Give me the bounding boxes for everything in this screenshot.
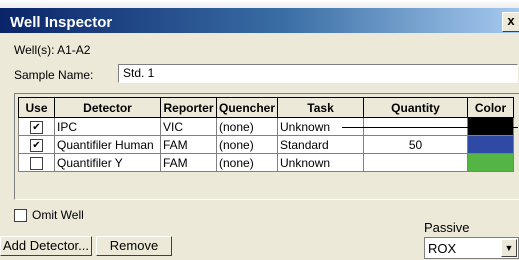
col-header-task[interactable]: Task xyxy=(277,97,365,118)
use-cell xyxy=(18,153,55,172)
passive-label: Passive xyxy=(424,220,470,235)
remove-button[interactable]: Remove xyxy=(96,236,172,256)
use-checkbox[interactable] xyxy=(30,156,43,170)
use-cell: ✔ xyxy=(18,135,55,154)
table-header-row: Use Detector Reporter Quencher Task Quan… xyxy=(18,97,515,118)
sample-name-value: Std. 1 xyxy=(123,66,155,80)
quencher-cell[interactable]: (none) xyxy=(215,117,279,136)
task-cell[interactable]: Unknown xyxy=(277,153,365,172)
col-header-detector[interactable]: Detector xyxy=(54,97,161,118)
quencher-cell[interactable]: (none) xyxy=(215,153,279,172)
col-header-use[interactable]: Use xyxy=(18,97,55,118)
reporter-cell[interactable]: VIC xyxy=(160,117,217,136)
task-editor-line xyxy=(342,127,518,128)
quantity-cell[interactable]: 50 xyxy=(363,135,469,154)
col-header-quantity[interactable]: Quantity xyxy=(363,97,469,118)
task-cell[interactable]: Standard xyxy=(277,135,365,154)
col-header-reporter[interactable]: Reporter xyxy=(160,97,217,118)
col-header-color[interactable]: Color xyxy=(467,97,515,118)
add-detector-button[interactable]: Add Detector... xyxy=(0,236,92,256)
table-row: Quantifiler Y FAM (none) Unknown xyxy=(18,153,515,172)
quencher-cell[interactable]: (none) xyxy=(215,135,279,154)
passive-selected-value: ROX xyxy=(428,241,457,256)
color-cell[interactable] xyxy=(467,153,515,172)
reporter-cell[interactable]: FAM xyxy=(160,153,217,172)
passive-select[interactable]: ROX ▼ xyxy=(424,237,519,259)
reporter-cell[interactable]: FAM xyxy=(160,135,217,154)
wells-label: Well(s): A1-A2 xyxy=(14,43,91,57)
detector-cell[interactable]: Quantifiler Y xyxy=(54,153,161,172)
use-checkbox[interactable]: ✔ xyxy=(30,120,43,134)
quantity-cell[interactable] xyxy=(363,153,469,172)
omit-well-checkbox[interactable] xyxy=(14,209,27,222)
sample-name-label: Sample Name: xyxy=(14,68,94,82)
color-cell[interactable] xyxy=(467,135,515,154)
detector-cell[interactable]: Quantifiler Human xyxy=(54,135,161,154)
detector-table: Use Detector Reporter Quencher Task Quan… xyxy=(18,97,515,172)
window-title: Well Inspector xyxy=(10,14,113,31)
close-button[interactable]: x xyxy=(502,12,519,32)
omit-well-label: Omit Well xyxy=(32,208,84,222)
col-header-quencher[interactable]: Quencher xyxy=(215,97,279,118)
use-cell: ✔ xyxy=(18,117,55,136)
table-row: ✔ Quantifiler Human FAM (none) Standard … xyxy=(18,135,515,154)
detector-cell[interactable]: IPC xyxy=(54,117,161,136)
sample-name-input[interactable]: Std. 1 xyxy=(118,64,518,83)
use-checkbox[interactable]: ✔ xyxy=(30,138,43,152)
chevron-down-icon[interactable]: ▼ xyxy=(501,239,517,257)
